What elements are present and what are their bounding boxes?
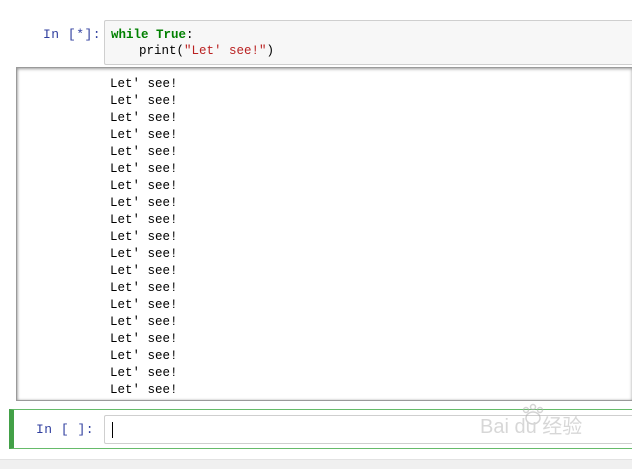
output-line: Let' see!: [110, 111, 178, 125]
code-line-2: print("Let' see!"): [111, 43, 626, 59]
paren-close: ): [266, 44, 275, 58]
text-cursor: [112, 422, 113, 438]
output-line: Let' see!: [110, 94, 178, 108]
output-line: Let' see!: [110, 366, 178, 380]
cell1-input-prompt: In [*]:: [43, 27, 102, 42]
output-line: Let' see!: [110, 128, 178, 142]
cell2-code-editor[interactable]: [104, 415, 632, 444]
output-line: Let' see!: [110, 213, 178, 227]
string-literal: "Let' see!": [184, 44, 267, 58]
output-line: Let' see!: [110, 247, 178, 261]
output-line: Let' see!: [110, 77, 178, 91]
output-line: Let' see!: [110, 349, 178, 363]
output-line: Let' see!: [110, 230, 178, 244]
output-line: Let' see!: [110, 315, 178, 329]
output-line: Let' see!: [110, 196, 178, 210]
output-line: Let' see!: [110, 179, 178, 193]
output-line: Let' see!: [110, 332, 178, 346]
print-function: print: [139, 44, 177, 58]
output-line: Let' see!: [110, 383, 178, 397]
keyword-true: True: [156, 28, 187, 42]
output-line: Let' see!: [110, 298, 178, 312]
output-line-partial: Let' see!: [110, 399, 178, 400]
output-line: Let' see!: [110, 281, 178, 295]
cell2-input-prompt: In [ ]:: [36, 422, 95, 437]
paren-open: (: [176, 44, 185, 58]
output-text: Let' see! Let' see! Let' see! Let' see! Let'…: [110, 76, 178, 400]
output-line: Let' see!: [110, 162, 178, 176]
code-line-1: while True:: [111, 27, 626, 43]
keyword-while: while: [111, 28, 149, 42]
output-line: Let' see!: [110, 264, 178, 278]
notebook-bottom-edge: [0, 459, 632, 469]
cell1-code-editor[interactable]: while True: print("Let' see!"): [104, 20, 632, 65]
colon: :: [186, 28, 194, 42]
output-line: Let' see!: [110, 145, 178, 159]
cell1-output-scroll-area[interactable]: Let' see! Let' see! Let' see! Let' see! Let'…: [16, 67, 632, 401]
